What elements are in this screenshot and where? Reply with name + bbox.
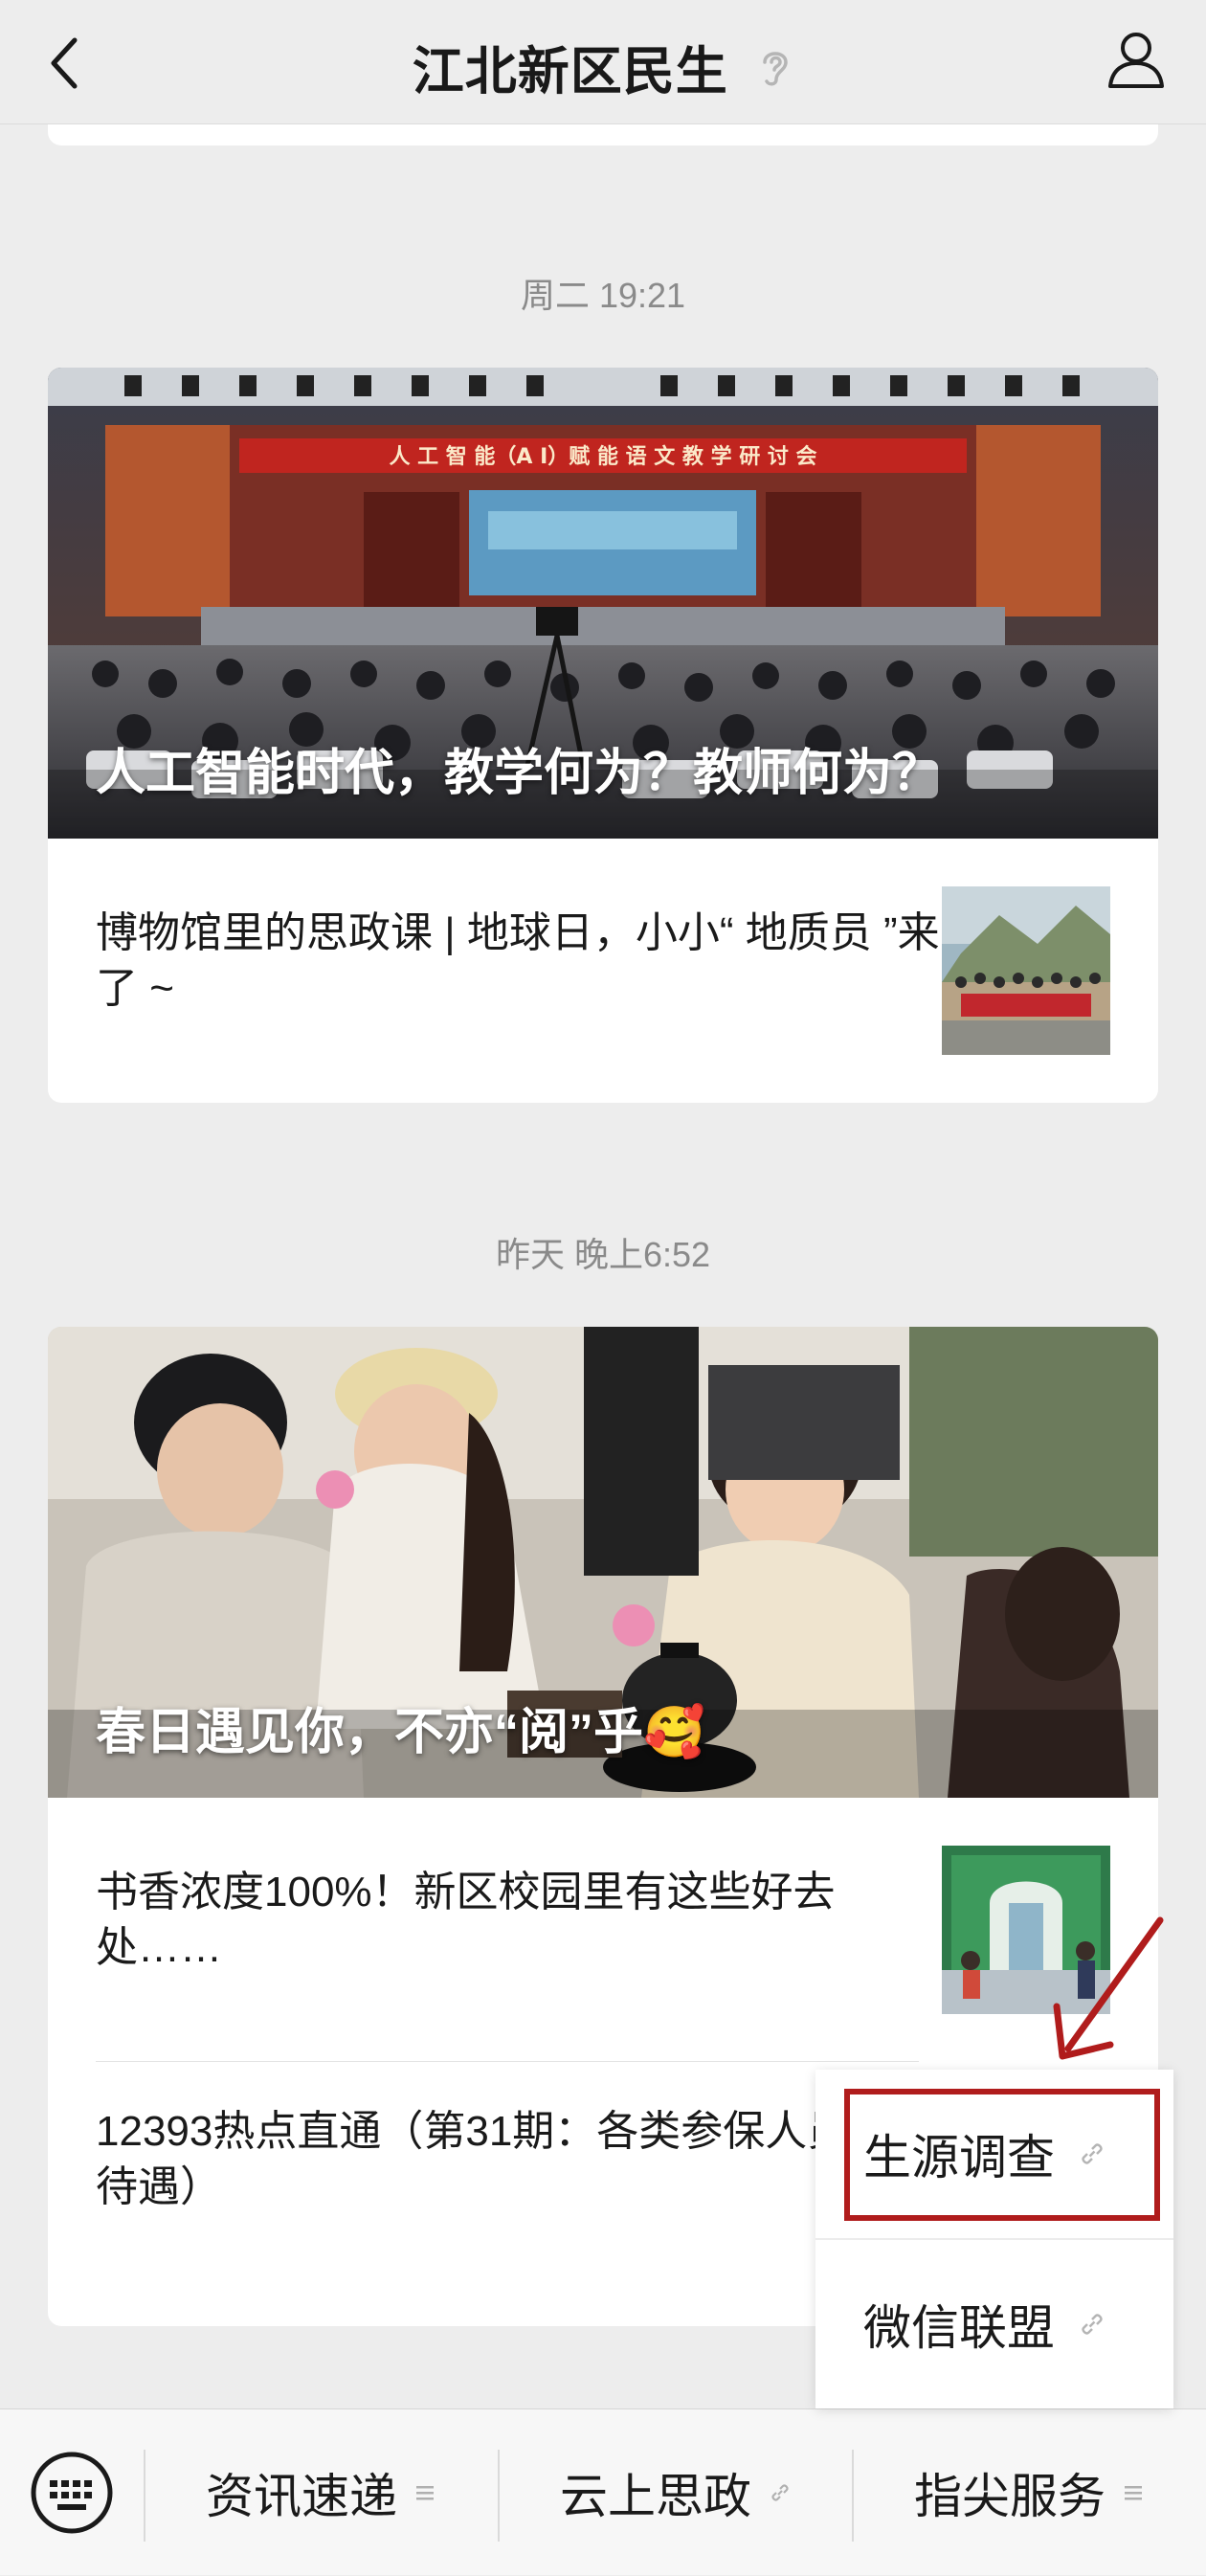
link-icon: [771, 2484, 789, 2501]
menu-item-label: 资讯速递: [206, 2470, 397, 2523]
submenu-item-wechat-alliance[interactable]: 微信联盟: [815, 2240, 1173, 2408]
submenu-item-label: 微信联盟: [863, 2301, 1055, 2355]
ear-icon: [763, 51, 788, 85]
banner-text: 人 工 智 能（A I）赋 能 语 文 教 学 研 讨 会: [389, 444, 816, 469]
menu-item-news[interactable]: 资讯速递: [145, 2409, 498, 2576]
submenu-item-enrollment-survey[interactable]: 生源调查: [815, 2070, 1173, 2238]
list-item[interactable]: 博物馆里的思政课 | 地球日，小小“ 地质员 ”来了 ~: [48, 839, 1158, 1103]
submenu-popup: 生源调查 微信联盟: [815, 2070, 1173, 2408]
article-thumbnail: [942, 886, 1110, 1055]
menu-item-cloud-politics[interactable]: 云上思政: [500, 2409, 852, 2576]
link-icon: [1082, 2143, 1103, 2164]
previous-card-bottom[interactable]: [48, 124, 1158, 146]
top-bar: 江北新区民生: [0, 0, 1206, 124]
article-card: 人 工 智 能（A I）赋 能 语 文 教 学 研 讨 会 人工智能时代，教学何…: [48, 368, 1158, 1103]
cover-title: 人工智能时代，教学何为？教师何为？: [96, 746, 943, 801]
menu-item-label: 云上思政: [560, 2470, 751, 2523]
menu-item-label: 指尖服务: [914, 2470, 1106, 2523]
red-arrow-icon: [1053, 1916, 1164, 2060]
article-title: 书香浓度100%！新区校园里有这些好去处……: [96, 1869, 836, 1971]
link-icon: [1082, 2314, 1103, 2335]
profile-icon[interactable]: [1105, 27, 1168, 90]
cover-article[interactable]: 人 工 智 能（A I）赋 能 语 文 教 学 研 讨 会 人工智能时代，教学何…: [48, 368, 1158, 839]
timestamp: 周二 19:21: [520, 276, 686, 315]
article-title: 博物馆里的思政课 | 地球日，小小“ 地质员 ”来了 ~: [96, 909, 940, 1012]
menu-lines-icon: [416, 2486, 434, 2500]
menu-lines-icon: [1125, 2486, 1142, 2500]
keyboard-icon[interactable]: [29, 2450, 115, 2536]
timestamp: 昨天 晚上6:52: [495, 1235, 711, 1274]
bottom-menu-bar: 资讯速递 云上思政 指尖服务: [0, 2408, 1206, 2575]
cover-title: 春日遇见你，不亦“阅”乎🥰: [96, 1705, 705, 1760]
list-item[interactable]: 书香浓度100%！新区校园里有这些好去处……: [48, 1798, 1158, 2062]
title-wrap: 江北新区民生: [0, 29, 1206, 104]
page-title: 江北新区民生: [412, 43, 728, 101]
submenu-item-label: 生源调查: [863, 2131, 1055, 2184]
cover-article[interactable]: 春日遇见你，不亦“阅”乎🥰: [48, 1327, 1158, 1798]
menu-item-services[interactable]: 指尖服务: [854, 2409, 1206, 2576]
